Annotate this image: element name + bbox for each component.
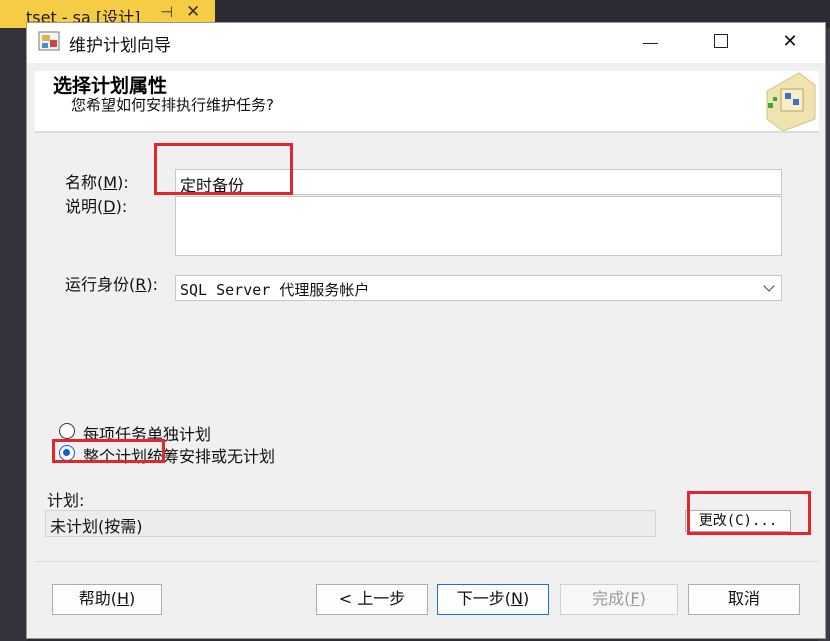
name-label: 名称(M):	[65, 173, 129, 192]
header-separator	[35, 131, 819, 133]
description-label: 说明(D):	[65, 197, 128, 216]
annotation-box-radio	[52, 439, 165, 463]
wizard-header: 选择计划属性 您希望如何安排执行维护任务?	[35, 71, 819, 131]
minimize-icon[interactable]	[643, 43, 658, 44]
maximize-icon[interactable]	[714, 34, 728, 48]
pin-icon[interactable]: ⊣	[160, 3, 173, 21]
wizard-banner-icon	[766, 72, 816, 131]
window-title: 维护计划向导	[69, 36, 171, 56]
plan-value: 未计划(按需)	[45, 510, 656, 537]
back-button[interactable]: < 上一步	[316, 584, 428, 615]
plan-label: 计划:	[47, 491, 85, 510]
run-as-select[interactable]: SQL Server 代理服务帐户	[175, 275, 782, 301]
back-arrow-icon: <	[338, 589, 353, 608]
radio-separate-schedules[interactable]	[59, 423, 75, 439]
finish-button[interactable]: 完成(F)	[560, 584, 678, 615]
annotation-box-change	[687, 491, 811, 535]
next-button[interactable]: 下一步(N)	[437, 584, 549, 615]
annotation-box-name	[154, 143, 293, 195]
page-subtitle: 您希望如何安排执行维护任务?	[71, 96, 274, 114]
chevron-down-icon	[763, 280, 775, 292]
run-as-value: SQL Server 代理服务帐户	[180, 281, 370, 299]
bottom-separator	[35, 561, 819, 562]
background-ide-left	[0, 28, 26, 641]
help-button[interactable]: 帮助(H)	[52, 584, 162, 615]
wizard-app-icon	[38, 31, 60, 51]
cancel-button[interactable]: 取消	[688, 584, 800, 615]
run-as-label: 运行身份(R):	[65, 275, 159, 294]
maintenance-plan-wizard-dialog: 维护计划向导 ✕ 选择计划属性 您希望如何安排执行维护任务? 名称(M): 定时…	[26, 22, 826, 639]
tab-close-icon[interactable]: ✕	[186, 2, 200, 22]
title-bar[interactable]: 维护计划向导 ✕	[27, 23, 825, 63]
close-icon[interactable]: ✕	[767, 23, 813, 63]
description-input[interactable]	[175, 196, 782, 256]
